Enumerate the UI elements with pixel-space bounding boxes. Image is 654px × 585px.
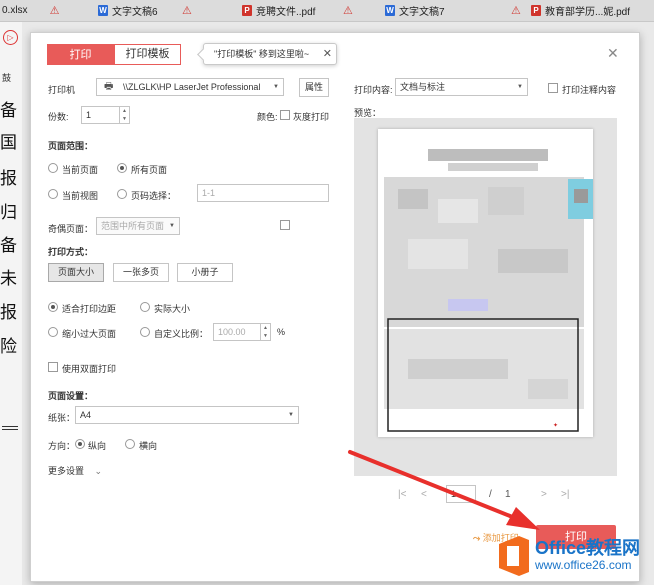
annotation-arrow bbox=[348, 450, 540, 530]
watermark-brand: Office教程网 bbox=[535, 538, 641, 558]
watermark-url: www.office26.com bbox=[535, 558, 632, 572]
office-logo-icon bbox=[499, 536, 529, 576]
watermark: Office教程网 www.office26.com bbox=[495, 532, 654, 582]
